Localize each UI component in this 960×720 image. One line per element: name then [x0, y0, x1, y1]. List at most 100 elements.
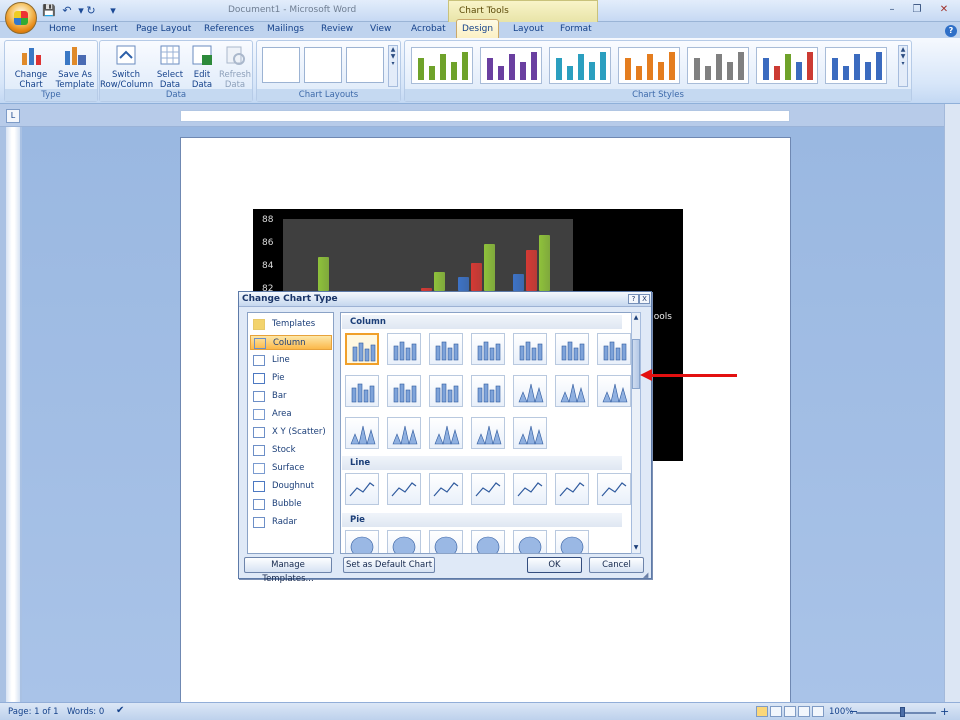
- scroll-down-icon[interactable]: ▼: [632, 544, 640, 552]
- pie-subtype-thumb[interactable]: [513, 530, 547, 553]
- vertical-ruler[interactable]: [6, 127, 20, 702]
- column-subtype-thumb[interactable]: [597, 333, 631, 365]
- tab-design[interactable]: Design: [456, 19, 499, 38]
- pie-subtype-thumb[interactable]: [345, 530, 379, 553]
- column-subtype-thumb[interactable]: [429, 375, 463, 407]
- tab-view[interactable]: View: [370, 24, 391, 34]
- chart-layout-1[interactable]: [262, 47, 300, 83]
- vertical-scrollbar[interactable]: [944, 104, 960, 702]
- chart-type-templates[interactable]: Templates: [250, 317, 332, 332]
- layouts-scroll[interactable]: ▲ ▼ ▾: [388, 45, 398, 87]
- column-subtype-thumb[interactable]: [555, 333, 589, 365]
- draft-view-icon[interactable]: [812, 706, 824, 717]
- chart-layout-3[interactable]: [346, 47, 384, 83]
- proofing-icon[interactable]: ✔: [116, 705, 124, 716]
- column-subtype-thumb[interactable]: [387, 375, 421, 407]
- chart-type-radar[interactable]: Radar: [250, 515, 332, 530]
- line-subtype-thumb[interactable]: [597, 473, 631, 505]
- close-button[interactable]: ✕: [932, 3, 956, 17]
- chart-style-1[interactable]: [411, 47, 473, 84]
- edit-data-button[interactable]: Edit Data: [186, 43, 218, 90]
- chart-type-doughnut[interactable]: Doughnut: [250, 479, 332, 494]
- pie-subtype-thumb[interactable]: [471, 530, 505, 553]
- chart-style-7[interactable]: [825, 47, 887, 84]
- chart-layout-2[interactable]: [304, 47, 342, 83]
- help-icon[interactable]: ?: [945, 25, 957, 37]
- scroll-thumb[interactable]: [632, 339, 640, 389]
- pie-subtype-thumb[interactable]: [429, 530, 463, 553]
- select-data-button[interactable]: Select Data: [154, 43, 186, 90]
- line-subtype-thumb[interactable]: [387, 473, 421, 505]
- cone-subtype-thumb[interactable]: [429, 417, 463, 449]
- chart-style-6[interactable]: [756, 47, 818, 84]
- column-subtype-thumb[interactable]: [471, 375, 505, 407]
- line-subtype-thumb[interactable]: [555, 473, 589, 505]
- print-layout-view-icon[interactable]: [756, 706, 768, 717]
- chart-type-pie[interactable]: Pie: [250, 371, 332, 386]
- cone-subtype-thumb[interactable]: [513, 417, 547, 449]
- minimize-button[interactable]: –: [880, 3, 904, 17]
- line-subtype-thumb[interactable]: [429, 473, 463, 505]
- line-subtype-thumb[interactable]: [513, 473, 547, 505]
- word-count[interactable]: Words: 0: [67, 707, 104, 717]
- page-count[interactable]: Page: 1 of 1: [8, 707, 59, 717]
- save-icon[interactable]: 💾: [42, 4, 56, 17]
- chart-style-5[interactable]: [687, 47, 749, 84]
- chart-type-bar[interactable]: Bar: [250, 389, 332, 404]
- zoom-slider[interactable]: [856, 712, 936, 714]
- manage-templates-button[interactable]: Manage Templates...: [244, 557, 332, 584]
- dialog-help-button[interactable]: ?: [628, 294, 639, 304]
- chart-type-area[interactable]: Area: [250, 407, 332, 422]
- redo-icon[interactable]: ↻: [84, 4, 98, 17]
- office-button[interactable]: [5, 2, 37, 34]
- chart-type-stock[interactable]: Stock: [250, 443, 332, 458]
- dialog-close-button[interactable]: X: [639, 294, 650, 304]
- tab-references[interactable]: References: [204, 24, 254, 34]
- chart-type-x-y-scatter[interactable]: X Y (Scatter): [250, 425, 332, 440]
- dialog-title-bar[interactable]: Change Chart Type ? X: [239, 292, 651, 307]
- tab-review[interactable]: Review: [321, 24, 353, 34]
- styles-scroll[interactable]: ▲ ▼ ▾: [898, 45, 908, 87]
- tab-insert[interactable]: Insert: [92, 24, 118, 34]
- web-layout-view-icon[interactable]: [784, 706, 796, 717]
- column-subtype-thumb[interactable]: [429, 333, 463, 365]
- tab-format[interactable]: Format: [560, 24, 592, 34]
- chart-type-surface[interactable]: Surface: [250, 461, 332, 476]
- column-subtype-thumb[interactable]: [345, 375, 379, 407]
- chart-type-line[interactable]: Line: [250, 353, 332, 368]
- restore-button[interactable]: ❐: [905, 3, 929, 17]
- undo-icon[interactable]: ↶: [60, 4, 74, 17]
- resize-grip-icon[interactable]: ◢: [643, 571, 651, 579]
- column-subtype-thumb[interactable]: [345, 333, 379, 365]
- tab-layout[interactable]: Layout: [513, 24, 544, 34]
- column-subtype-thumb[interactable]: [513, 333, 547, 365]
- column-subtype-thumb[interactable]: [387, 333, 421, 365]
- gallery-scrollbar[interactable]: ▲ ▼: [631, 312, 641, 554]
- ok-button[interactable]: OK: [527, 557, 582, 573]
- save-as-template-button[interactable]: Save As Template: [55, 43, 95, 90]
- zoom-slider-knob[interactable]: [900, 707, 905, 717]
- tab-page-layout[interactable]: Page Layout: [136, 24, 191, 34]
- tab-mailings[interactable]: Mailings: [267, 24, 304, 34]
- tab-selector-button[interactable]: L: [6, 109, 20, 123]
- cone-subtype-thumb[interactable]: [513, 375, 547, 407]
- pie-subtype-thumb[interactable]: [387, 530, 421, 553]
- line-subtype-thumb[interactable]: [471, 473, 505, 505]
- chart-style-3[interactable]: [549, 47, 611, 84]
- switch-row-column-button[interactable]: Switch Row/Column: [100, 43, 153, 90]
- chart-style-2[interactable]: [480, 47, 542, 84]
- scroll-up-icon[interactable]: ▲: [632, 314, 640, 322]
- horizontal-ruler[interactable]: [180, 110, 790, 122]
- cone-subtype-thumb[interactable]: [387, 417, 421, 449]
- tab-home[interactable]: Home: [49, 24, 76, 34]
- set-default-chart-button[interactable]: Set as Default Chart: [343, 557, 435, 573]
- column-subtype-thumb[interactable]: [471, 333, 505, 365]
- outline-view-icon[interactable]: [798, 706, 810, 717]
- line-subtype-thumb[interactable]: [345, 473, 379, 505]
- cone-subtype-thumb[interactable]: [555, 375, 589, 407]
- chart-type-bubble[interactable]: Bubble: [250, 497, 332, 512]
- chart-type-column[interactable]: Column: [250, 335, 332, 350]
- cone-subtype-thumb[interactable]: [597, 375, 631, 407]
- full-screen-view-icon[interactable]: [770, 706, 782, 717]
- customize-toolbar-icon[interactable]: ▾: [106, 4, 120, 17]
